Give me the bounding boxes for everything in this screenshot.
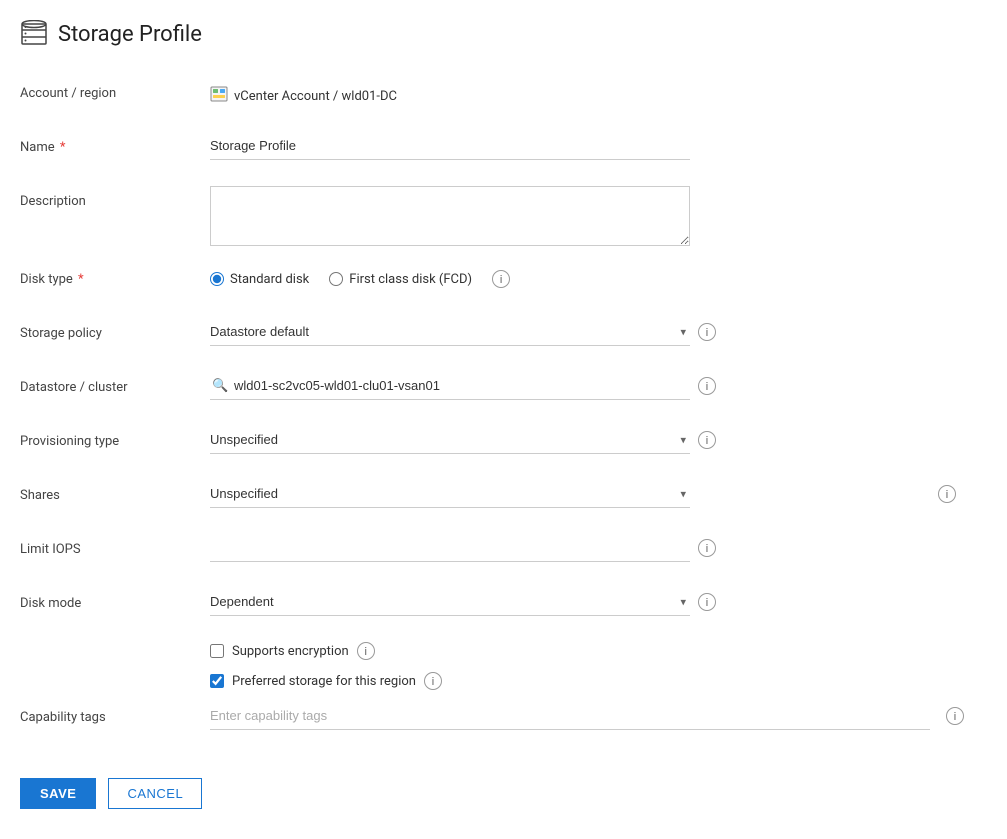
limit-iops-control-wrap: i [210, 534, 977, 562]
name-label: Name * [20, 132, 210, 155]
datastore-cluster-input-wrap: 🔍 [210, 372, 690, 400]
storage-policy-control-wrap: Datastore default ▾ i [210, 318, 977, 346]
limit-iops-label: Limit IOPS [20, 534, 210, 557]
supports-encryption-label: Supports encryption [232, 644, 349, 659]
storage-policy-label: Storage policy [20, 318, 210, 341]
disk-type-required-indicator: * [75, 272, 84, 287]
preferred-storage-option[interactable]: Preferred storage for this region i [210, 672, 977, 690]
description-textarea[interactable] [210, 186, 690, 246]
limit-iops-info-icon[interactable]: i [698, 539, 716, 557]
capability-tags-control-wrap: i [210, 702, 977, 730]
supports-encryption-info-icon[interactable]: i [357, 642, 375, 660]
fcd-disk-label: First class disk (FCD) [349, 272, 472, 287]
disk-mode-row: Disk mode Dependent ▾ i [20, 588, 977, 624]
provisioning-type-label: Provisioning type [20, 426, 210, 449]
name-input[interactable] [210, 132, 690, 160]
standard-disk-option[interactable]: Standard disk [210, 272, 309, 287]
storage-policy-select-wrap: Datastore default ▾ [210, 318, 690, 346]
standard-disk-label: Standard disk [230, 272, 309, 287]
disk-mode-info-icon[interactable]: i [698, 593, 716, 611]
account-region-text: vCenter Account / wld01-DC [234, 89, 397, 104]
shares-row: Shares Unspecified ▾ i [20, 480, 977, 516]
account-region-label: Account / region [20, 78, 210, 101]
provisioning-type-info-icon[interactable]: i [698, 431, 716, 449]
limit-iops-input[interactable] [210, 534, 690, 562]
disk-mode-select-wrap: Dependent ▾ [210, 588, 690, 616]
fcd-disk-option[interactable]: First class disk (FCD) [329, 272, 472, 287]
datastore-cluster-row: Datastore / cluster 🔍 i [20, 372, 977, 408]
datastore-cluster-label: Datastore / cluster [20, 372, 210, 395]
storage-policy-row: Storage policy Datastore default ▾ i [20, 318, 977, 354]
preferred-storage-checkbox[interactable] [210, 674, 224, 688]
datastore-cluster-control-wrap: 🔍 i [210, 372, 977, 400]
account-region-value-wrap: vCenter Account / wld01-DC [210, 78, 977, 106]
page-title-section: Storage Profile [20, 20, 977, 48]
shares-info-icon[interactable]: i [938, 485, 956, 503]
capability-tags-input[interactable] [210, 702, 930, 730]
supports-encryption-checkbox[interactable] [210, 644, 224, 658]
supports-encryption-option[interactable]: Supports encryption i [210, 642, 977, 660]
disk-type-info-icon[interactable]: i [492, 270, 510, 288]
preferred-storage-label: Preferred storage for this region [232, 674, 416, 689]
datastore-search-icon: 🔍 [212, 379, 228, 394]
disk-mode-control-wrap: Dependent ▾ i [210, 588, 977, 616]
storage-cylinder-icon [20, 20, 48, 48]
datastore-cluster-info-icon[interactable]: i [698, 377, 716, 395]
disk-mode-label: Disk mode [20, 588, 210, 611]
storage-policy-select[interactable]: Datastore default [210, 318, 690, 346]
name-row: Name * [20, 132, 977, 168]
account-region-row: Account / region vCenter Account / wld01… [20, 78, 977, 114]
provisioning-type-select[interactable]: Unspecified [210, 426, 690, 454]
shares-select-wrap: Unspecified ▾ [210, 480, 690, 508]
cancel-button[interactable]: CANCEL [108, 778, 202, 809]
provisioning-type-select-wrap: Unspecified ▾ [210, 426, 690, 454]
vcenter-icon [210, 86, 228, 106]
shares-select[interactable]: Unspecified [210, 480, 690, 508]
capability-tags-label: Capability tags [20, 702, 210, 725]
capability-tags-info-icon[interactable]: i [946, 707, 964, 725]
datastore-cluster-input[interactable] [210, 372, 690, 400]
name-required-indicator: * [57, 140, 66, 155]
fcd-disk-radio[interactable] [329, 272, 343, 286]
provisioning-type-row: Provisioning type Unspecified ▾ i [20, 426, 977, 462]
provisioning-type-control-wrap: Unspecified ▾ i [210, 426, 977, 454]
checkboxes-section: Supports encryption i Preferred storage … [210, 642, 977, 690]
standard-disk-radio[interactable] [210, 272, 224, 286]
capability-tags-row: Capability tags i [20, 702, 977, 738]
shares-control-wrap: Unspecified ▾ i [210, 480, 977, 508]
disk-type-label: Disk type * [20, 264, 210, 287]
preferred-storage-info-icon[interactable]: i [424, 672, 442, 690]
disk-type-row: Disk type * Standard disk First class di… [20, 264, 977, 300]
description-label: Description [20, 186, 210, 209]
shares-label: Shares [20, 480, 210, 503]
disk-mode-select[interactable]: Dependent [210, 588, 690, 616]
description-control-wrap [210, 186, 977, 246]
disk-type-control-wrap: Standard disk First class disk (FCD) i [210, 264, 977, 288]
name-control-wrap [210, 132, 977, 160]
save-button[interactable]: SAVE [20, 778, 96, 809]
account-region-value: vCenter Account / wld01-DC [210, 78, 397, 106]
description-row: Description [20, 186, 977, 246]
storage-policy-info-icon[interactable]: i [698, 323, 716, 341]
disk-type-radio-group: Standard disk First class disk (FCD) i [210, 264, 510, 288]
limit-iops-row: Limit IOPS i [20, 534, 977, 570]
footer-buttons: SAVE CANCEL [20, 768, 977, 809]
page-title: Storage Profile [58, 22, 202, 47]
